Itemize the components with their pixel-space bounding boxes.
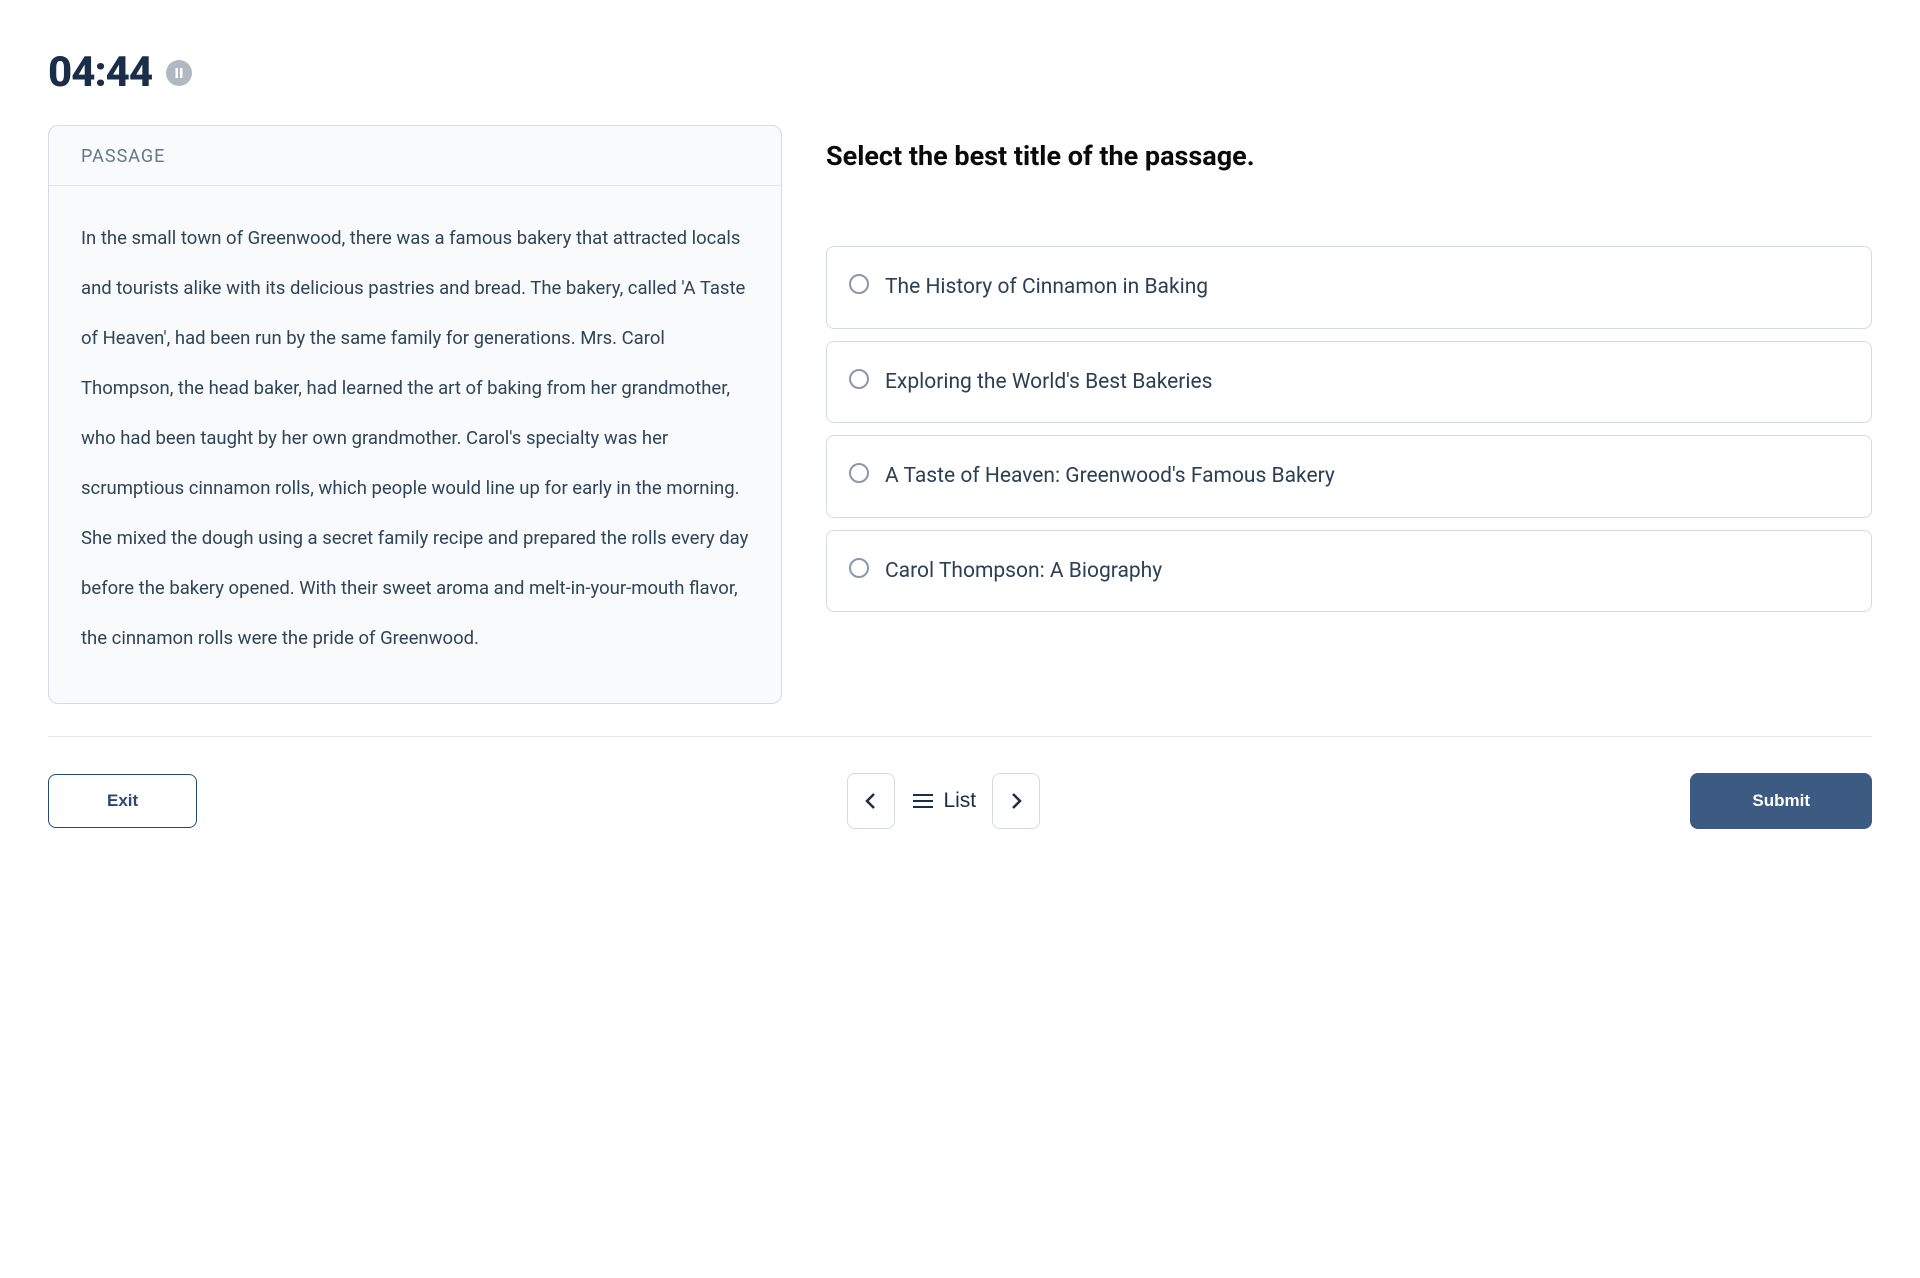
option-2[interactable]: A Taste of Heaven: Greenwood's Famous Ba… xyxy=(826,435,1872,518)
option-text: Carol Thompson: A Biography xyxy=(885,555,1162,588)
next-button[interactable] xyxy=(992,773,1040,829)
exit-button[interactable]: Exit xyxy=(48,774,197,828)
list-button[interactable]: List xyxy=(911,789,976,813)
list-label: List xyxy=(943,789,976,813)
radio-icon xyxy=(849,558,869,578)
option-3[interactable]: Carol Thompson: A Biography xyxy=(826,530,1872,613)
main-content: PASSAGE In the small town of Greenwood, … xyxy=(48,125,1872,704)
chevron-left-icon xyxy=(862,792,880,810)
submit-button[interactable]: Submit xyxy=(1690,773,1872,829)
timer-display: 04:44 xyxy=(48,48,152,97)
prev-button[interactable] xyxy=(847,773,895,829)
option-1[interactable]: Exploring the World's Best Bakeries xyxy=(826,341,1872,424)
timer-row: 04:44 xyxy=(48,48,1872,97)
divider xyxy=(48,736,1872,737)
passage-text: In the small town of Greenwood, there wa… xyxy=(49,186,781,703)
question-text: Select the best title of the passage. xyxy=(826,139,1872,174)
radio-icon xyxy=(849,274,869,294)
option-text: The History of Cinnamon in Baking xyxy=(885,271,1208,304)
question-panel: Select the best title of the passage. Th… xyxy=(826,125,1872,704)
passage-label: PASSAGE xyxy=(49,126,781,186)
option-text: A Taste of Heaven: Greenwood's Famous Ba… xyxy=(885,460,1335,493)
footer: Exit List Submit xyxy=(48,773,1872,829)
radio-icon xyxy=(849,463,869,483)
pause-button[interactable] xyxy=(166,60,192,86)
pause-icon xyxy=(174,68,184,78)
option-0[interactable]: The History of Cinnamon in Baking xyxy=(826,246,1872,329)
options-list: The History of Cinnamon in Baking Explor… xyxy=(826,246,1872,612)
list-icon xyxy=(911,792,935,810)
passage-panel: PASSAGE In the small town of Greenwood, … xyxy=(48,125,782,704)
chevron-right-icon xyxy=(1007,792,1025,810)
option-text: Exploring the World's Best Bakeries xyxy=(885,366,1213,399)
radio-icon xyxy=(849,369,869,389)
nav-center: List xyxy=(847,773,1040,829)
